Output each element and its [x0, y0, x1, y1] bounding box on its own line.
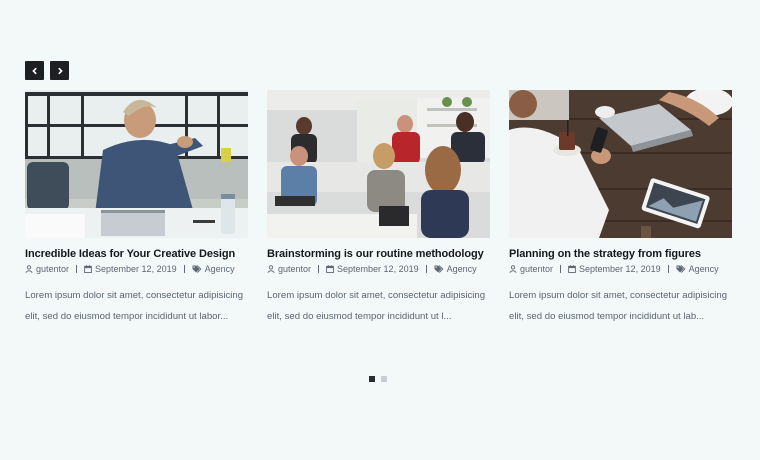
- meta-divider: [560, 265, 562, 273]
- meta-divider: [425, 265, 427, 273]
- post-author[interactable]: gutentor: [267, 264, 311, 274]
- post-thumbnail-planning-strategy[interactable]: [509, 90, 732, 238]
- post-title[interactable]: Brainstorming is our routine methodology: [267, 248, 490, 260]
- user-icon: [509, 265, 517, 273]
- calendar-icon: [84, 265, 92, 273]
- post-date-text: September 12, 2019: [95, 264, 177, 274]
- meta-divider: [76, 265, 78, 273]
- post-category[interactable]: Agency: [434, 264, 477, 274]
- post-category[interactable]: Agency: [192, 264, 235, 274]
- previous-slide-button[interactable]: [25, 61, 44, 80]
- post-category-text: Agency: [446, 264, 477, 274]
- post-author[interactable]: gutentor: [509, 264, 553, 274]
- calendar-icon: [326, 265, 334, 273]
- post-category-text: Agency: [204, 264, 235, 274]
- post-card: Brainstorming is our routine methodology…: [267, 90, 490, 327]
- tags-icon: [434, 265, 444, 273]
- post-meta: gutentor September 12, 2019 Agency: [267, 264, 490, 274]
- post-thumbnail-brainstorming[interactable]: [267, 90, 490, 238]
- post-date-text: September 12, 2019: [337, 264, 419, 274]
- user-icon: [267, 265, 275, 273]
- post-author-name: gutentor: [520, 264, 554, 274]
- post-date[interactable]: September 12, 2019: [84, 264, 177, 274]
- post-date[interactable]: September 12, 2019: [326, 264, 419, 274]
- post-author-name: gutentor: [36, 264, 70, 274]
- post-excerpt: Lorem ipsum dolor sit amet, consectetur …: [267, 290, 486, 322]
- post-author[interactable]: gutentor: [25, 264, 69, 274]
- slider-pagination: [369, 376, 393, 382]
- pagination-dot-1[interactable]: [369, 376, 375, 382]
- meta-divider: [318, 265, 320, 273]
- post-thumbnail-creative-design[interactable]: [25, 90, 248, 238]
- post-date-text: September 12, 2019: [579, 264, 661, 274]
- post-category-text: Agency: [688, 264, 719, 274]
- post-slider: Incredible Ideas for Your Creative Desig…: [25, 90, 733, 340]
- post-date[interactable]: September 12, 2019: [568, 264, 661, 274]
- next-slide-button[interactable]: [50, 61, 69, 80]
- post-excerpt: Lorem ipsum dolor sit amet, consectetur …: [509, 290, 728, 322]
- pagination-dot-2[interactable]: [381, 376, 387, 382]
- calendar-icon: [568, 265, 576, 273]
- post-card: Planning on the strategy from figures gu…: [509, 90, 732, 327]
- post-meta: gutentor September 12, 2019 Agency: [509, 264, 732, 274]
- post-title[interactable]: Incredible Ideas for Your Creative Desig…: [25, 248, 248, 260]
- tags-icon: [192, 265, 202, 273]
- post-title[interactable]: Planning on the strategy from figures: [509, 248, 732, 260]
- post-meta: gutentor September 12, 2019 Agency: [25, 264, 248, 274]
- user-icon: [25, 265, 33, 273]
- chevron-right-icon: [57, 67, 63, 74]
- meta-divider: [183, 265, 185, 273]
- tags-icon: [676, 265, 686, 273]
- post-excerpt: Lorem ipsum dolor sit amet, consectetur …: [25, 290, 244, 322]
- meta-divider: [667, 265, 669, 273]
- chevron-left-icon: [31, 67, 37, 74]
- post-author-name: gutentor: [278, 264, 312, 274]
- post-card: Incredible Ideas for Your Creative Desig…: [25, 90, 248, 327]
- post-category[interactable]: Agency: [676, 264, 719, 274]
